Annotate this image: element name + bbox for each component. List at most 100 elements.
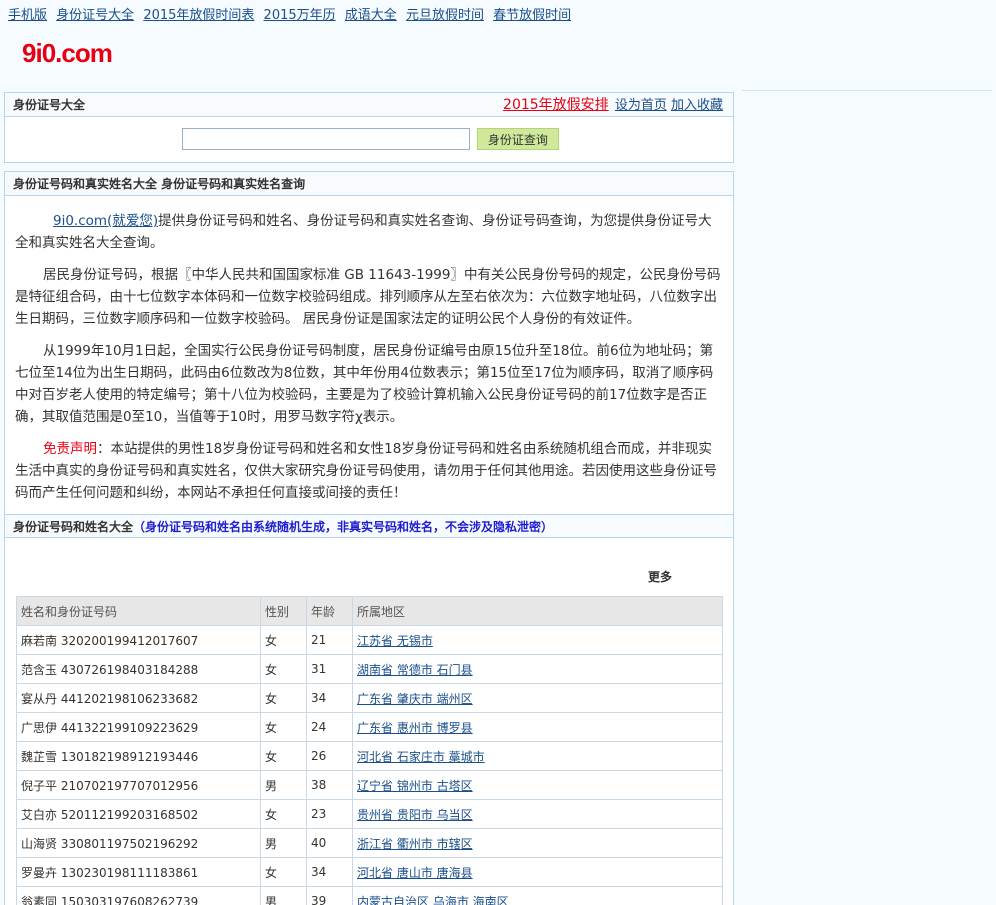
content-panel: 身份证号码和真实姓名大全 身份证号码和真实姓名查询 9i0.com(就爱您)提供… xyxy=(4,171,734,905)
age-cell: 23 xyxy=(306,799,353,829)
table-row: 翁素同 150303197608262739 男 39 内蒙古自治区 乌海市 海南区 xyxy=(16,886,723,905)
more-link[interactable]: 更多 xyxy=(648,568,672,585)
person-name: 范含玉 xyxy=(21,662,58,677)
intro-paragraph: 9i0.com(就爱您)提供身份证号码和姓名、身份证号码和真实姓名查询、身份证号… xyxy=(15,210,723,254)
id-table-body: 麻若南 320200199412017607 女 21 江苏省 无锡市 范含玉 4307… xyxy=(16,625,723,905)
article-header: 身份证号码和真实姓名大全 身份证号码和真实姓名查询 xyxy=(5,172,733,196)
region-link[interactable]: 江苏省 无锡市 xyxy=(357,634,433,648)
id-number: 320200199412017607 xyxy=(60,633,199,648)
table-row: 广思伊 441322199109223629 女 24 广东省 惠州市 博罗县 xyxy=(16,712,723,742)
age-cell: 21 xyxy=(306,625,353,655)
history-paragraph: 从1999年10月1日起，全国实行公民身份证号码制度，居民身份证编号由原15位升… xyxy=(15,343,714,425)
sex-cell: 女 xyxy=(260,683,307,713)
col-header-name-id: 姓名和身份证号码 xyxy=(16,596,261,626)
id-number: 130230198111183861 xyxy=(60,865,199,880)
region-link[interactable]: 辽宁省 锦州市 古塔区 xyxy=(357,779,473,793)
list-section-note: （身份证号码和姓名由系统随机生成，非真实号码和姓名，不会涉及隐私泄密） xyxy=(133,520,554,534)
table-row: 宴从丹 441202198106233682 女 34 广东省 肇庆市 端州区 xyxy=(16,683,723,713)
sex-cell: 女 xyxy=(260,741,307,771)
person-name: 魏芷雪 xyxy=(21,749,58,764)
age-cell: 24 xyxy=(306,712,353,742)
sidebar-divider xyxy=(742,90,992,91)
sex-cell: 女 xyxy=(260,857,307,887)
site-logo[interactable]: 9i0.com xyxy=(22,38,113,69)
person-name: 艾白亦 xyxy=(21,807,58,822)
region-link[interactable]: 贵州省 贵阳市 乌当区 xyxy=(357,808,473,822)
name-id-cell: 山海贤 330801197502196292 xyxy=(16,828,261,858)
age-cell: 31 xyxy=(306,654,353,684)
set-home-link[interactable]: 设为首页 xyxy=(615,98,667,113)
col-header-age: 年龄 xyxy=(306,596,353,626)
region-cell: 广东省 惠州市 博罗县 xyxy=(352,712,723,742)
name-id-cell: 广思伊 441322199109223629 xyxy=(16,712,261,742)
table-row: 艾白亦 520112199203168502 女 23 贵州省 贵阳市 乌当区 xyxy=(16,799,723,829)
region-cell: 浙江省 衢州市 市辖区 xyxy=(352,828,723,858)
sex-cell: 男 xyxy=(260,828,307,858)
region-cell: 贵州省 贵阳市 乌当区 xyxy=(352,799,723,829)
name-id-cell: 翁素同 150303197608262739 xyxy=(16,886,261,905)
region-cell: 辽宁省 锦州市 古塔区 xyxy=(352,770,723,800)
standard-paragraph: 居民身份证号码，根据〖中华人民共和国国家标准 GB 11643-1999〗中有关… xyxy=(15,267,721,327)
table-row: 麻若南 320200199412017607 女 21 江苏省 无锡市 xyxy=(16,625,723,655)
region-link[interactable]: 广东省 肇庆市 端州区 xyxy=(357,692,473,706)
age-cell: 26 xyxy=(306,741,353,771)
region-cell: 江苏省 无锡市 xyxy=(352,625,723,655)
region-cell: 湖南省 常德市 石门县 xyxy=(352,654,723,684)
disclaimer-label: 免责声明 xyxy=(43,441,97,457)
nav-link-new-year[interactable]: 元旦放假时间 xyxy=(406,8,484,23)
header-links: 2015年放假安排 设为首页 加入收藏 xyxy=(503,93,723,118)
search-panel-title: 身份证号大全 xyxy=(13,98,86,112)
region-link[interactable]: 广东省 惠州市 博罗县 xyxy=(357,721,473,735)
region-link[interactable]: 河北省 唐山市 唐海县 xyxy=(357,866,473,880)
sex-cell: 女 xyxy=(260,799,307,829)
list-section-title: 身份证号码和姓名大全 xyxy=(13,520,134,534)
age-cell: 34 xyxy=(306,683,353,713)
person-name: 罗曼卉 xyxy=(21,865,58,880)
table-row: 倪子平 210702197707012956 男 38 辽宁省 锦州市 古塔区 xyxy=(16,770,723,800)
sex-cell: 女 xyxy=(260,654,307,684)
disclaimer-paragraph: 免责声明：本站提供的男性18岁身份证号码和姓名和女性18岁身份证号码和姓名由系统… xyxy=(15,438,723,504)
person-name: 翁素同 xyxy=(21,894,58,905)
col-header-sex: 性别 xyxy=(260,596,307,626)
nav-link-spring-festival[interactable]: 春节放假时间 xyxy=(493,8,571,23)
nav-link-idioms[interactable]: 成语大全 xyxy=(345,8,397,23)
name-id-cell: 范含玉 430726198403184288 xyxy=(16,654,261,684)
site-name-link[interactable]: 9i0.com(就爱您) xyxy=(53,213,158,229)
id-search-button[interactable]: 身份证查询 xyxy=(476,128,559,150)
nav-link-holiday-2015[interactable]: 2015年放假时间表 xyxy=(143,8,254,23)
logo-suffix: 0.com xyxy=(41,38,113,68)
col-header-region: 所属地区 xyxy=(352,596,723,626)
sex-cell: 男 xyxy=(260,770,307,800)
sex-cell: 女 xyxy=(260,625,307,655)
holiday-promo-link[interactable]: 2015年放假安排 xyxy=(503,97,609,113)
id-number: 441202198106233682 xyxy=(60,691,199,706)
logo-prefix: 9 xyxy=(22,38,37,68)
id-number: 130182198912193446 xyxy=(60,749,199,764)
id-search-input[interactable] xyxy=(182,128,470,150)
id-number: 150303197608262739 xyxy=(60,894,199,905)
nav-link-calendar-2015[interactable]: 2015万年历 xyxy=(264,8,336,23)
region-link[interactable]: 湖南省 常德市 石门县 xyxy=(357,663,473,677)
nav-link-id-list[interactable]: 身份证号大全 xyxy=(56,8,134,23)
person-name: 山海贤 xyxy=(21,836,58,851)
disclaimer-text: ：本站提供的男性18岁身份证号码和姓名和女性18岁身份证号码和姓名由系统随机组合… xyxy=(15,441,717,501)
region-link[interactable]: 浙江省 衢州市 市辖区 xyxy=(357,837,473,851)
id-number: 520112199203168502 xyxy=(60,807,199,822)
person-name: 麻若南 xyxy=(21,633,58,648)
nav-link-mobile[interactable]: 手机版 xyxy=(8,8,47,23)
region-cell: 河北省 石家庄市 藁城市 xyxy=(352,741,723,771)
region-link[interactable]: 河北省 石家庄市 藁城市 xyxy=(357,750,485,764)
search-panel-header: 身份证号大全 2015年放假安排 设为首页 加入收藏 xyxy=(5,93,733,117)
age-cell: 40 xyxy=(306,828,353,858)
article-body: 9i0.com(就爱您)提供身份证号码和姓名、身份证号码和真实姓名查询、身份证号… xyxy=(5,196,733,504)
person-name: 广思伊 xyxy=(21,720,58,735)
region-cell: 广东省 肇庆市 端州区 xyxy=(352,683,723,713)
top-nav: 手机版 身份证号大全 2015年放假时间表 2015万年历 成语大全 元旦放假时… xyxy=(8,4,576,23)
id-number: 441322199109223629 xyxy=(60,720,199,735)
sex-cell: 女 xyxy=(260,712,307,742)
search-row: 身份证查询 xyxy=(182,128,559,150)
name-id-cell: 艾白亦 520112199203168502 xyxy=(16,799,261,829)
id-table: 姓名和身份证号码 性别 年龄 所属地区 麻若南 3202001994120176… xyxy=(16,596,723,905)
region-link[interactable]: 内蒙古自治区 乌海市 海南区 xyxy=(357,895,509,905)
add-favorite-link[interactable]: 加入收藏 xyxy=(671,98,723,113)
